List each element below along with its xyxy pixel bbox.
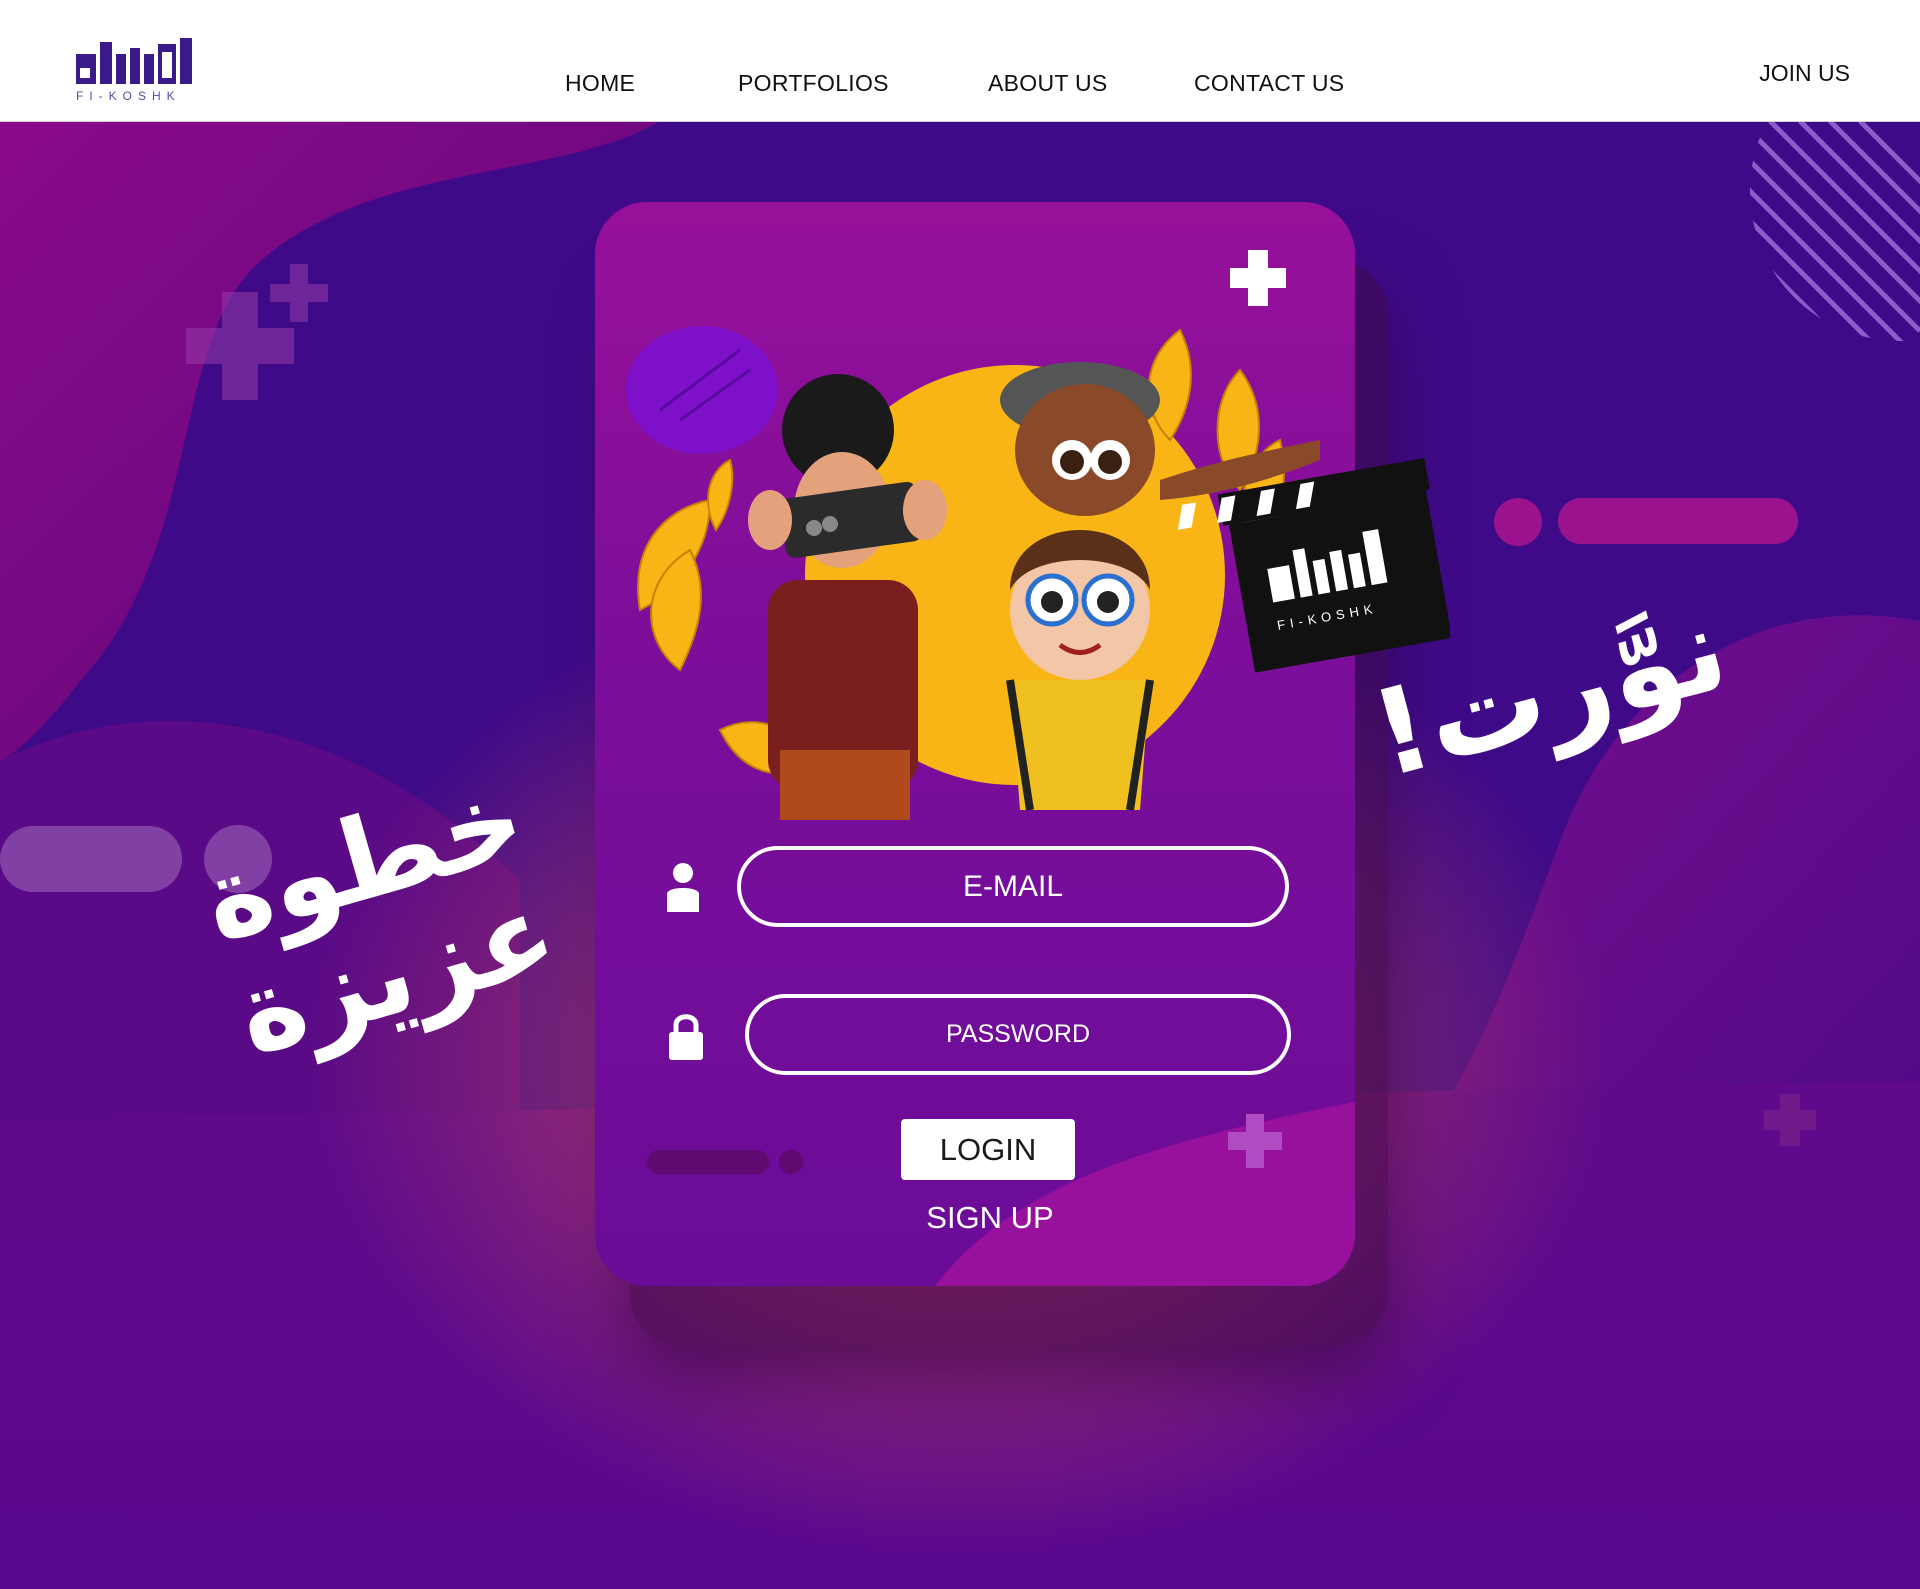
login-button[interactable]: LOGIN [901,1119,1075,1180]
plus-icon [1230,250,1286,306]
plus-icon [1228,1114,1282,1168]
signup-link[interactable]: SIGN UP [880,1200,1100,1236]
nav-about-us[interactable]: ABOUT US [988,70,1108,97]
password-field[interactable]: PASSWORD [745,994,1291,1075]
plus-icon [1764,1094,1816,1146]
fi-koshk-logo[interactable]: FI-KOSHK [74,34,220,102]
top-navigation-bar: FI-KOSHK HOME PORTFOLIOS ABOUT US CONTAC… [0,0,1920,122]
join-us-link[interactable]: JOIN US [1759,60,1850,87]
kids-filmmaking-illustration: FI-KOSHK [626,326,1450,820]
logo-caption: FI-KOSHK [76,89,181,102]
pill-decoration-right [1494,498,1798,546]
user-icon [667,863,699,912]
nav-portfolios[interactable]: PORTFOLIOS [738,70,889,97]
lock-icon [669,1014,703,1060]
nav-home[interactable]: HOME [565,70,635,97]
striped-circle-decoration [1750,121,1920,341]
email-field[interactable]: E-MAIL [737,846,1289,927]
nav-contact-us[interactable]: CONTACT US [1194,70,1344,97]
plus-icon [186,264,328,400]
